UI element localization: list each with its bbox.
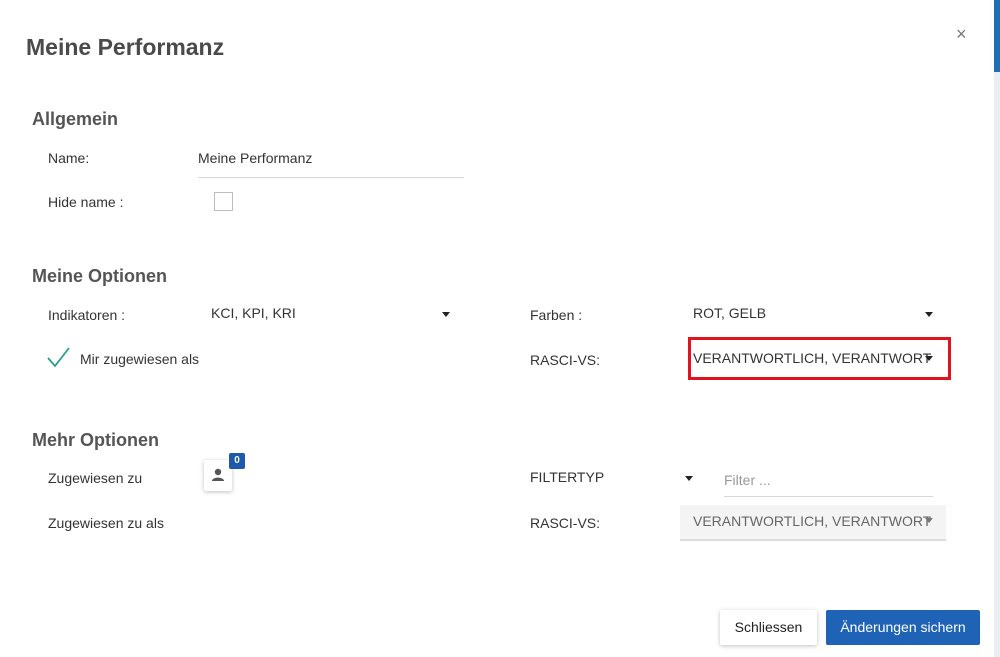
filtertyp-label: FILTERTYP — [530, 469, 605, 485]
indikatoren-select-value[interactable]: KCI, KPI, KRI — [211, 305, 296, 321]
rasci-select-disabled-value: VERANTWORTLICH, VERANTWORT — [693, 513, 932, 529]
chevron-down-icon[interactable] — [442, 312, 450, 317]
chevron-down-icon — [925, 518, 933, 523]
hide-name-label: Hide name : — [48, 194, 124, 210]
chevron-down-icon[interactable] — [685, 476, 693, 481]
section-title-allgemein: Allgemein — [32, 109, 119, 129]
mir-zugewiesen-label: Mir zugewiesen als — [80, 351, 200, 367]
zugewiesen-zu-als-label: Zugewiesen zu als — [48, 515, 164, 531]
indikatoren-label: Indikatoren : — [48, 307, 126, 323]
rasci-select-disabled: VERANTWORTLICH, VERANTWORT — [680, 505, 946, 541]
highlight-box — [688, 337, 951, 380]
save-button[interactable]: Änderungen sichern — [826, 610, 980, 645]
assign-user-button[interactable] — [204, 460, 232, 491]
dialog-title: Meine Performanz — [26, 34, 225, 60]
filter-field[interactable] — [724, 466, 933, 497]
background-window-edge — [994, 0, 1000, 657]
name-value: Meine Performanz — [198, 150, 313, 166]
section-title-mehr-optionen: Mehr Optionen — [32, 430, 159, 450]
background-window-accent — [994, 0, 1000, 72]
hide-name-checkbox[interactable] — [214, 192, 233, 211]
user-icon — [212, 468, 224, 481]
farben-label: Farben : — [530, 307, 583, 323]
rasci-label: RASCI-VS: — [530, 352, 601, 368]
rasci-label-2: RASCI-VS: — [530, 515, 601, 531]
farben-select-value[interactable]: ROT, GELB — [693, 305, 766, 321]
filter-input[interactable] — [724, 466, 933, 490]
check-icon[interactable] — [46, 346, 70, 368]
close-button[interactable]: Schliessen — [720, 610, 817, 645]
user-count-badge: 0 — [229, 453, 245, 469]
name-label: Name: — [48, 150, 90, 166]
chevron-down-icon[interactable] — [925, 312, 933, 317]
section-title-meine-optionen: Meine Optionen — [32, 266, 167, 286]
name-field[interactable]: Meine Performanz — [198, 148, 464, 178]
zugewiesen-zu-label: Zugewiesen zu — [48, 470, 143, 486]
close-icon[interactable]: × — [956, 24, 967, 44]
